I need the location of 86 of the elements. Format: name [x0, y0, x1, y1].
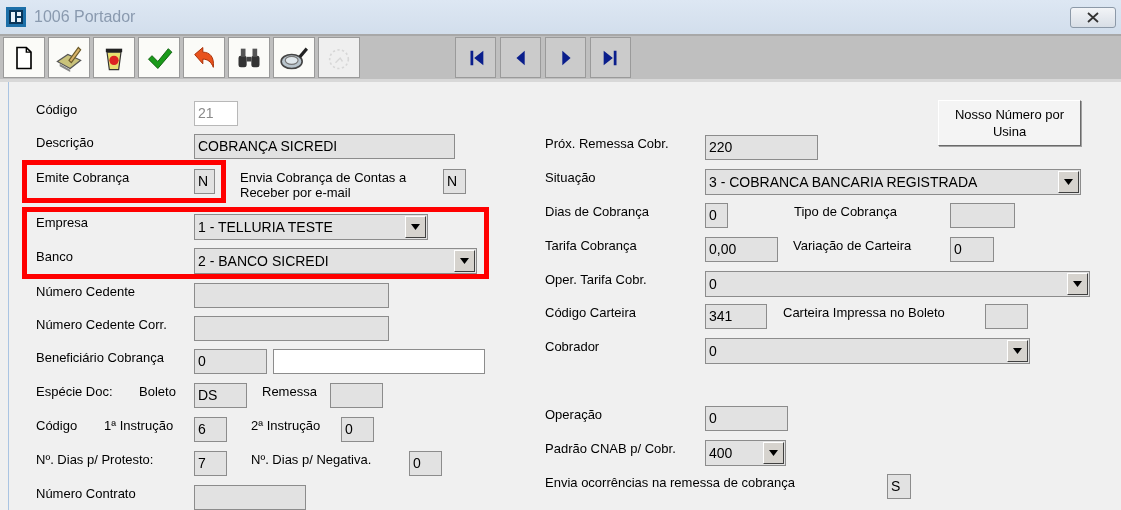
nav-button[interactable] [590, 37, 631, 78]
text-field[interactable] [194, 283, 389, 308]
text-field[interactable]: 0 [409, 451, 442, 476]
text-field[interactable] [985, 304, 1028, 329]
text-field[interactable]: DS [194, 383, 247, 408]
text-field[interactable]: N [443, 169, 466, 194]
text-field[interactable]: 220 [705, 135, 818, 160]
field-label: Envia Cobrança de Contas a Receber por e-mail [240, 169, 408, 200]
dropdown-field[interactable]: 0 [705, 271, 1090, 297]
field-label: Situação [545, 169, 597, 185]
dropdown-button[interactable] [1007, 340, 1028, 362]
close-icon [1087, 11, 1099, 23]
text-field[interactable]: N [194, 169, 215, 194]
field-label: Cobrador [545, 338, 601, 354]
field-label: Carteira Impressa no Boleto [783, 304, 946, 320]
field-label: Código [36, 417, 79, 433]
text-field[interactable] [330, 383, 383, 408]
field-label: Tipo de Cobrança [794, 203, 898, 219]
field-label: Número Contrato [36, 485, 137, 501]
nosso-numero-button[interactable]: Nosso Número por Usina [938, 100, 1081, 146]
dropdown-field[interactable]: 400 [705, 440, 786, 466]
field-label: Número Cedente [36, 283, 136, 299]
close-button[interactable] [1070, 6, 1116, 28]
caret-down-icon [411, 224, 420, 230]
toolbar-button[interactable] [3, 37, 45, 78]
text-field[interactable]: 0 [705, 406, 788, 431]
caret-down-icon [1064, 179, 1073, 185]
dropdown-field[interactable]: 0 [705, 338, 1030, 364]
text-field[interactable]: S [887, 474, 911, 499]
dropdown-field[interactable]: 3 - COBRANCA BANCARIA REGISTRADA [705, 169, 1081, 195]
app-logo-icon [6, 7, 26, 27]
dropdown-button[interactable] [405, 216, 426, 238]
field-label: Emite Cobrança [36, 169, 131, 185]
text-field[interactable]: 0 [705, 203, 728, 228]
dropdown-button[interactable] [763, 442, 784, 464]
text-field[interactable]: 0 [194, 349, 267, 374]
field-label: 1ª Instrução [104, 417, 175, 433]
nav-button[interactable] [500, 37, 541, 78]
toolbar-button[interactable] [48, 37, 90, 78]
field-label: Boleto [139, 383, 177, 399]
field-label: Código Carteira [545, 304, 638, 320]
text-field[interactable]: 7 [194, 451, 227, 476]
nav-button[interactable] [455, 37, 496, 78]
text-field[interactable] [194, 485, 306, 510]
dropdown-field[interactable]: 2 - BANCO SICREDI [194, 248, 477, 274]
field-label: Banco [36, 248, 74, 264]
field-label: Espécie Doc: [36, 383, 114, 399]
field-label: Oper. Tarifa Cobr. [545, 271, 648, 287]
text-field[interactable]: 0,00 [705, 237, 778, 262]
text-field[interactable]: 6 [194, 417, 227, 442]
toolbar-button[interactable] [228, 37, 270, 78]
caret-down-icon [460, 258, 469, 264]
caret-down-icon [1073, 281, 1082, 287]
field-label: Código [36, 101, 79, 117]
field-label: Operação [545, 406, 604, 422]
field-label: Dias de Cobrança [545, 203, 651, 219]
field-label: Variação de Carteira [793, 237, 913, 253]
field-label: Descrição [36, 134, 95, 150]
text-field[interactable]: 0 [341, 417, 374, 442]
dropdown-field[interactable]: 1 - TELLURIA TESTE [194, 214, 428, 240]
text-field[interactable]: 0 [950, 237, 994, 262]
dropdown-button[interactable] [1067, 273, 1088, 295]
caret-down-icon [769, 450, 778, 456]
toolbar-button[interactable] [93, 37, 135, 78]
field-label: Nº. Dias p/ Negativa. [251, 451, 373, 467]
text-field[interactable] [194, 316, 389, 341]
field-label: Padrão CNAB p/ Cobr. [545, 440, 677, 456]
dropdown-button[interactable] [454, 250, 475, 272]
field-label: Tarifa Cobrança [545, 237, 638, 253]
field-label: Número Cedente Corr. [36, 316, 168, 332]
field-label: Envia ocorrências na remessa de cobrança [545, 474, 797, 490]
field-label: Remessa [262, 383, 318, 399]
dropdown-button[interactable] [1058, 171, 1079, 193]
text-field[interactable]: 341 [705, 304, 767, 329]
text-field[interactable] [950, 203, 1015, 228]
text-field[interactable] [273, 349, 485, 374]
window-title: 1006 Portador [34, 8, 137, 26]
field-label: Nº. Dias p/ Protesto: [36, 451, 155, 467]
field-label: Empresa [36, 214, 90, 230]
nav-button[interactable] [545, 37, 586, 78]
caret-down-icon [1013, 348, 1022, 354]
toolbar-button[interactable] [273, 37, 315, 78]
field-label: Próx. Remessa Cobr. [545, 135, 670, 151]
field-label: 2ª Instrução [251, 417, 322, 433]
text-field[interactable]: COBRANÇA SICREDI [194, 134, 455, 159]
field-label: Beneficiário Cobrança [36, 349, 165, 365]
